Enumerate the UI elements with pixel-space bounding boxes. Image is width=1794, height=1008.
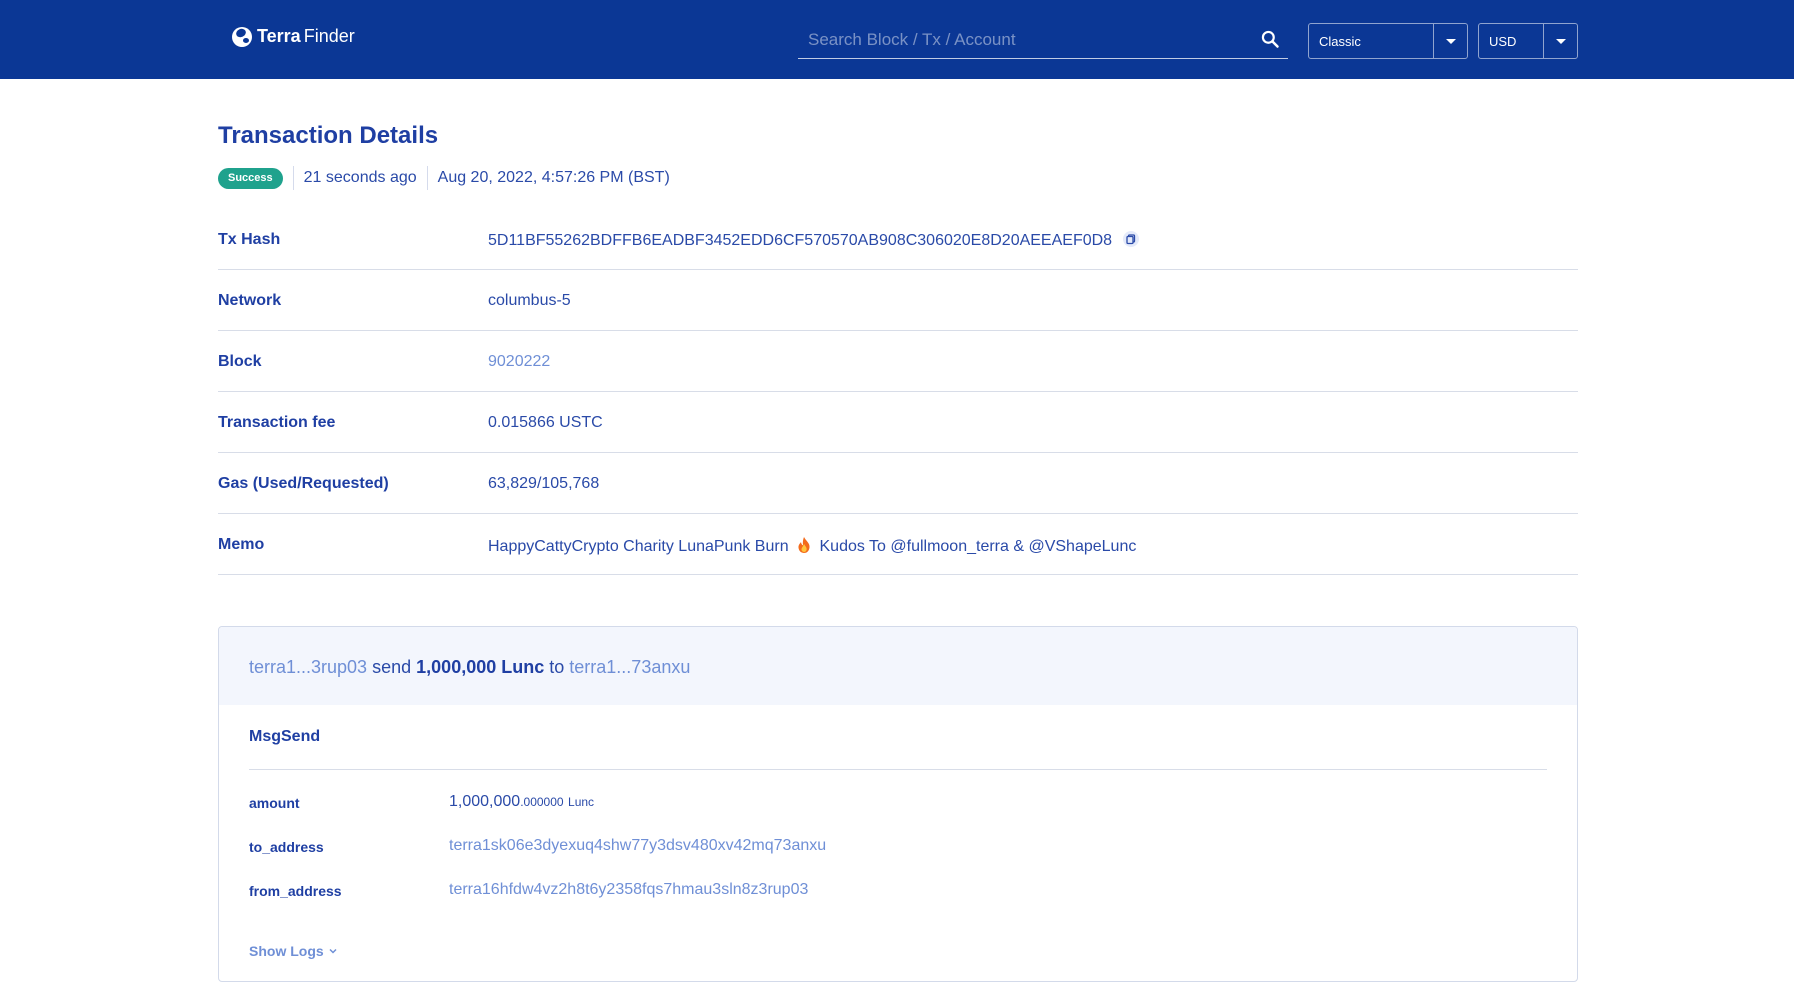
message-type: MsgSend [249,728,321,745]
chevron-down-icon[interactable] [1543,24,1577,58]
search-icon[interactable] [1260,29,1280,49]
amount-main: 1,000,000 [449,793,521,810]
amount-decimals: .000000 [520,795,564,809]
network-value: columbus-5 [488,292,571,309]
memo-text: Kudos To [819,538,886,555]
logo-text-strong: Terra [257,26,301,46]
search-bar [798,22,1288,59]
field-row-amount: amount 1,000,000.000000 Lunc [249,793,1547,813]
tx-hash-value: 5D11BF55262BDFFB6EADBF3452EDD6CF570570AB… [488,231,1139,250]
flame-icon [798,537,810,553]
amount-value: 1,000,000.000000 Lunc [449,793,594,811]
divider [249,769,1547,770]
action-word: send [372,657,412,677]
top-header: Terra Finder Classic USD [0,0,1794,79]
detail-label: Memo [218,536,265,553]
memo-text: & [1013,538,1025,555]
detail-row-network: Network columbus-5 [218,270,1578,331]
show-logs-label: Show Logs [249,943,324,959]
chevron-down-icon[interactable] [1433,24,1467,58]
network-select[interactable]: Classic [1308,23,1468,59]
memo-mention: @fullmoon_terra [890,538,1009,555]
show-logs-button[interactable]: Show Logs [249,943,338,959]
currency-select[interactable]: USD [1478,23,1578,59]
details-table: Tx Hash 5D11BF55262BDFFB6EADBF3452EDD6CF… [218,209,1578,575]
detail-label: Network [218,292,282,309]
amount-unit: Lunc [568,795,595,809]
field-row-from-address: from_address terra16hfdw4vz2h8t6y2358fqs… [249,881,1547,901]
fee-value: 0.015866 USTC [488,414,603,431]
memo-mention: @VShapeLunc [1028,538,1137,555]
memo-text: HappyCattyCrypto Charity LunaPunk Burn [488,538,789,555]
detail-label: Transaction fee [218,414,336,431]
message-card: terra1...3rup03 send 1,000,000 Lunc to t… [218,626,1578,982]
detail-label: Gas (Used/Requested) [218,475,389,492]
status-row: Success 21 seconds ago Aug 20, 2022, 4:5… [218,166,670,190]
tx-hash-text: 5D11BF55262BDFFB6EADBF3452EDD6CF570570AB… [488,232,1113,249]
send-amount: 1,000,000 Lunc [416,657,545,677]
chevron-down-icon [329,948,337,954]
divider [292,166,294,190]
detail-row-tx-hash: Tx Hash 5D11BF55262BDFFB6EADBF3452EDD6CF… [218,209,1578,270]
detail-label: Block [218,353,262,370]
from-address-link[interactable]: terra16hfdw4vz2h8t6y2358fqs7hmau3sln8z3r… [449,881,808,899]
sender-address-link[interactable]: terra1...3rup03 [249,657,367,677]
field-row-to-address: to_address terra1sk06e3dyexuq4shw77y3dsv… [249,837,1547,857]
copy-icon[interactable] [1122,231,1139,247]
detail-row-fee: Transaction fee 0.015866 USTC [218,392,1578,453]
detail-label: Tx Hash [218,231,281,248]
recipient-address-link[interactable]: terra1...73anxu [569,657,690,677]
detail-row-block: Block 9020222 [218,331,1578,392]
to-address-link[interactable]: terra1sk06e3dyexuq4shw77y3dsv480xv42mq73… [449,837,826,855]
block-link[interactable]: 9020222 [488,353,550,371]
time-ago: 21 seconds ago [303,169,417,186]
memo-value: HappyCattyCrypto Charity LunaPunk Burn K… [488,536,1136,556]
to-word: to [549,657,565,677]
field-label: from_address [249,883,342,899]
message-summary-text: terra1...3rup03 send 1,000,000 Lunc to t… [249,657,690,678]
gas-value: 63,829/105,768 [488,475,600,492]
search-input[interactable] [808,27,1248,53]
divider [426,166,428,190]
logo[interactable]: Terra Finder [232,26,355,47]
message-summary: terra1...3rup03 send 1,000,000 Lunc to t… [219,627,1577,705]
currency-select-value: USD [1489,34,1517,49]
network-select-value: Classic [1319,34,1361,49]
field-label: to_address [249,839,324,855]
status-badge: Success [218,167,283,189]
terra-logo-icon [232,26,252,47]
detail-row-memo: Memo HappyCattyCrypto Charity LunaPunk B… [218,514,1578,575]
logo-text-light: Finder [303,26,355,46]
page-title: Transaction Details [218,122,439,149]
detail-row-gas: Gas (Used/Requested) 63,829/105,768 [218,453,1578,514]
field-label: amount [249,795,300,811]
timestamp: Aug 20, 2022, 4:57:26 PM (BST) [437,169,670,186]
